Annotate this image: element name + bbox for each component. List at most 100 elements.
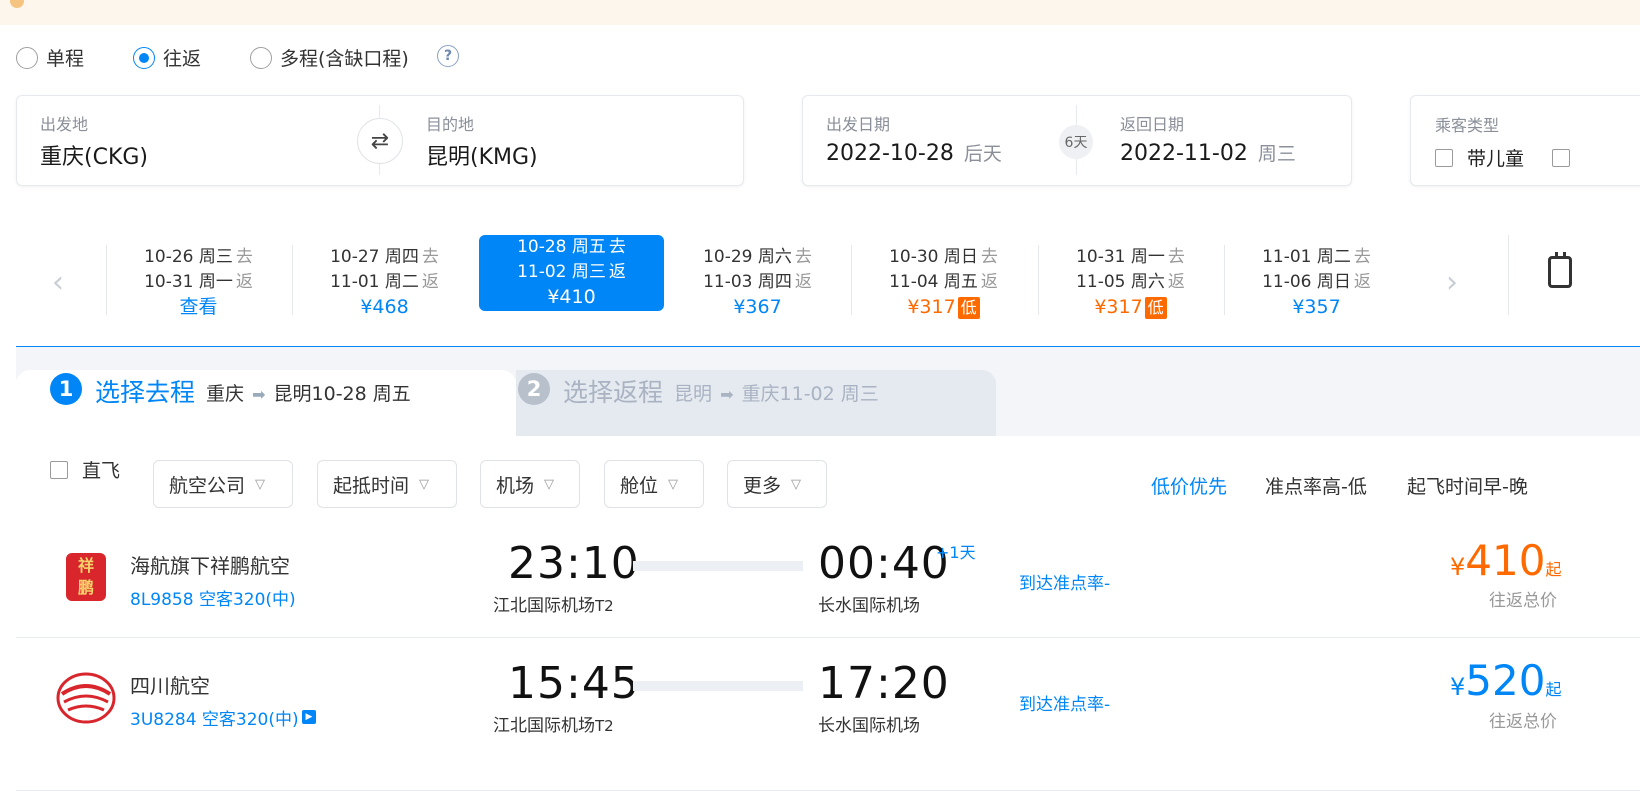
departure-time: 23:10	[508, 538, 640, 589]
step1-route: 重庆 ➡ 昆明10-28 周五	[206, 379, 411, 406]
price-value: 410	[1465, 536, 1546, 585]
date-price: 查看	[179, 296, 218, 318]
share-icon[interactable]: ▶	[302, 710, 316, 724]
step2-route: 昆明 ➡ 重庆11-02 周三	[674, 379, 879, 406]
date-option[interactable]: 10-30 周日去 11-04 周五返 ¥317 低	[851, 245, 1036, 327]
passenger-box: 乘客类型 带儿童	[1410, 95, 1640, 186]
date-price: ¥367	[733, 296, 782, 318]
trip-type-oneway[interactable]: 单程	[16, 44, 84, 71]
depart-sub: 后天	[963, 143, 1002, 165]
to-value: 昆明(KMG)	[426, 145, 538, 170]
sort-lowest-price[interactable]: 低价优先	[1151, 472, 1227, 499]
arrival-time: 00:40	[818, 538, 950, 589]
date-option[interactable]: 10-26 周三去 10-31 周一返查看	[106, 245, 291, 327]
chevron-down-icon: ▽	[419, 476, 430, 492]
flight-number[interactable]: 8L9858 空客320(中)	[130, 585, 296, 610]
from-field[interactable]: 出发地 重庆(CKG)	[16, 95, 380, 186]
depart-date-field[interactable]: 出发日期 2022-10-28 后天	[802, 95, 1076, 186]
filter-label: 航空公司	[169, 474, 246, 497]
divider	[1038, 245, 1039, 315]
divider	[1508, 235, 1509, 315]
outbound-tag: 去	[794, 247, 812, 267]
sort-ontime-rate[interactable]: 准点率高-低	[1265, 472, 1367, 499]
sort-departure-time[interactable]: 起飞时间早-晚	[1407, 472, 1528, 499]
trip-type-multi[interactable]: 多程(含缺口程)	[250, 44, 409, 71]
ontime-rate[interactable]: 到达准点率-	[1019, 569, 1110, 594]
filter-label: 舱位	[620, 474, 659, 497]
arrival-airport: 长水国际机场	[818, 716, 920, 736]
to-field[interactable]: 目的地 昆明(KMG)	[402, 95, 742, 186]
date-price: ¥317	[907, 296, 956, 318]
return-label: 返回日期	[1120, 115, 1185, 134]
flight-price[interactable]: ¥520起	[1450, 656, 1561, 705]
chevron-down-icon: ▽	[668, 476, 679, 492]
return-value: 2022-11-02	[1120, 141, 1248, 166]
date-option[interactable]: 10-29 周六去 11-03 周四返 ¥367	[665, 245, 850, 327]
airport-name: 江北国际机场	[493, 596, 595, 616]
step2-route-from: 昆明	[674, 383, 713, 405]
outbound-date: 10-26 周三	[144, 247, 233, 267]
date-option[interactable]: 10-31 周一去 11-05 周六返 ¥317 低	[1038, 245, 1223, 327]
trip-type-roundtrip[interactable]: 往返	[133, 44, 201, 71]
date-price: ¥468	[360, 296, 409, 318]
departure-airport: 江北国际机场T2	[493, 711, 614, 736]
return-date: 11-02 周三	[517, 262, 606, 282]
route-arrow-icon: ➡	[720, 385, 734, 404]
date-option[interactable]: 11-01 周二去 11-06 周日返 ¥357	[1224, 245, 1409, 327]
airline-filter-button[interactable]: 航空公司 ▽	[153, 460, 293, 508]
divider	[1224, 245, 1225, 315]
calendar-icon[interactable]	[1548, 252, 1572, 288]
outbound-tag: 去	[608, 237, 626, 257]
infant-checkbox[interactable]	[1552, 148, 1571, 167]
return-date: 11-05 周六	[1076, 272, 1165, 292]
child-checkbox[interactable]	[1435, 148, 1453, 167]
time-filter-button[interactable]: 起抵时间 ▽	[317, 460, 457, 508]
step2-route-to: 重庆11-02 周三	[741, 383, 879, 405]
departure-time: 15:45	[508, 658, 640, 709]
chevron-down-icon: ▽	[255, 476, 266, 492]
return-tag: 返	[794, 272, 812, 292]
outbound-tag: 去	[235, 247, 253, 267]
ontime-rate[interactable]: 到达准点率-	[1019, 690, 1110, 715]
date-option[interactable]: 10-28 周五去 11-02 周三返 ¥410	[479, 235, 664, 311]
outbound-date: 10-30 周日	[889, 247, 978, 267]
flight-number[interactable]: 3U8284 空客320(中)	[130, 705, 299, 730]
to-label: 目的地	[426, 115, 475, 134]
return-date: 11-04 周五	[889, 272, 978, 292]
return-tag: 返	[235, 272, 253, 292]
return-tag: 返	[980, 272, 998, 292]
return-tag: 返	[421, 272, 439, 292]
date-price: ¥317	[1094, 296, 1143, 318]
next-dates-icon[interactable]: ›	[1446, 265, 1458, 300]
cabin-filter-button[interactable]: 舱位 ▽	[604, 460, 704, 508]
direct-filter[interactable]: 直飞	[50, 456, 120, 483]
radio-icon	[16, 46, 38, 69]
route-arrow-icon: ➡	[252, 385, 266, 404]
direct-checkbox[interactable]	[50, 460, 68, 479]
outbound-tag: 去	[1353, 247, 1371, 267]
date-option[interactable]: 10-27 周四去 11-01 周二返 ¥468	[292, 245, 477, 327]
more-filter-button[interactable]: 更多 ▽	[727, 460, 827, 508]
step2-title: 选择返程	[563, 378, 664, 407]
outbound-date: 11-01 周二	[1262, 247, 1351, 267]
child-label: 带儿童	[1467, 148, 1525, 170]
currency-symbol: ¥	[1450, 673, 1466, 701]
direct-label: 直飞	[82, 460, 121, 482]
chevron-down-icon: ▽	[544, 476, 555, 492]
flight-price[interactable]: ¥410起	[1450, 536, 1561, 585]
return-date: 10-31 周一	[144, 272, 233, 292]
passenger-label: 乘客类型	[1435, 116, 1500, 135]
trip-type-label: 往返	[163, 48, 202, 70]
low-price-badge: 低	[957, 297, 980, 319]
filter-label: 起抵时间	[333, 474, 410, 497]
return-date-field[interactable]: 返回日期 2022-11-02 周三	[1096, 95, 1350, 186]
swap-icon[interactable]: ⇄	[357, 118, 403, 164]
arrival-time: 17:20	[818, 658, 950, 709]
airport-filter-button[interactable]: 机场 ▽	[480, 460, 580, 508]
price-from-label: 起	[1545, 680, 1562, 699]
prev-dates-icon[interactable]: ‹	[52, 265, 64, 300]
xiangpeng-logo-icon: 祥鹏	[66, 553, 106, 601]
outbound-tag: 去	[421, 247, 439, 267]
help-icon[interactable]: ?	[437, 45, 459, 67]
return-tag: 返	[608, 262, 626, 282]
